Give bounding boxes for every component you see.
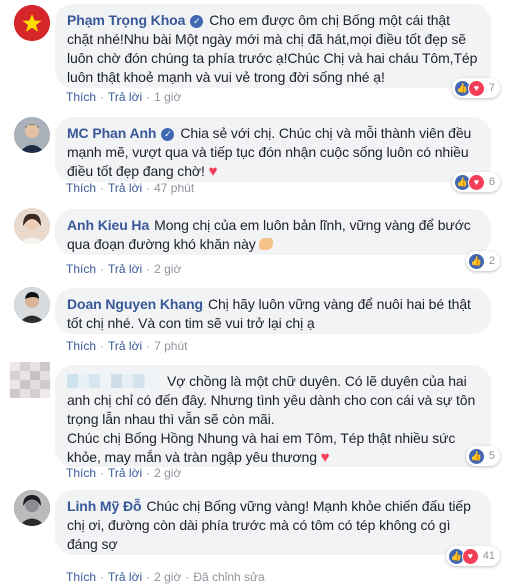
reaction-count: 2: [488, 255, 495, 267]
edited-label[interactable]: Đã chỉnh sửa: [193, 570, 264, 584]
comment-item: MC Phan Anh ✓ Chia sẻ với chị. Chúc chị và…: [0, 116, 518, 201]
comment-author[interactable]: MC Phan Anh: [67, 125, 156, 141]
avatar[interactable]: [10, 362, 50, 398]
comment-text-line2: Chúc chị Bống Hồng Nhung và hai em Tôm, …: [67, 430, 456, 465]
comment-item: Linh Mỹ Đỗ Chúc chị Bống vững vàng! Mạnh …: [0, 490, 518, 584]
flexed-biceps-icon: [259, 238, 274, 250]
love-icon: ♥: [467, 173, 485, 191]
love-icon: ♥: [467, 79, 485, 97]
comment-item: Anh Kieu Ha Mong chị của em luôn bản lĩnh…: [0, 208, 518, 278]
comment-time[interactable]: 2 giờ: [154, 570, 181, 584]
heart-icon: ♥: [320, 449, 330, 466]
avatar[interactable]: [14, 490, 50, 526]
comment-time[interactable]: 7 phút: [154, 339, 187, 353]
reaction-summary[interactable]: 👍 2: [465, 251, 500, 271]
comment-actions: Thích · Trả lời · 47 phút: [66, 181, 195, 195]
comment-bubble: Anh Kieu Ha Mong chị của em luôn bản lĩnh…: [55, 209, 491, 255]
comment-actions: Thích · Trả lời · 2 giờ · Đã chỉnh sửa: [66, 570, 265, 584]
comment-author[interactable]: Anh Kieu Ha: [67, 217, 149, 233]
comment-author[interactable]: Phạm Trọng Khoa: [67, 12, 185, 28]
comment-item: Vợ chồng là một chữ duyên. Có lẽ duyên c…: [0, 362, 518, 480]
reply-link[interactable]: Trả lời: [108, 570, 142, 584]
comment-time[interactable]: 1 giờ: [154, 90, 181, 104]
comment-item: Phạm Trọng Khoa ✓ Cho em được ôm chị Bống …: [0, 0, 518, 110]
reaction-count: 7: [488, 82, 495, 94]
comment-actions: Thích · Trả lời · 2 giờ: [66, 466, 182, 480]
avatar[interactable]: [14, 208, 50, 244]
reply-link[interactable]: Trả lời: [108, 339, 142, 353]
reply-link[interactable]: Trả lời: [108, 466, 142, 480]
comment-bubble: Phạm Trọng Khoa ✓ Cho em được ôm chị Bống …: [55, 4, 491, 88]
comment-actions: Thích · Trả lời · 7 phút: [66, 339, 188, 353]
like-icon: 👍: [467, 252, 485, 270]
comment-actions: Thích · Trả lời · 1 giờ: [66, 90, 182, 104]
comment-bubble: Linh Mỹ Đỗ Chúc chị Bống vững vàng! Mạnh …: [55, 490, 491, 555]
reaction-summary[interactable]: 👍 ♥ 7: [451, 78, 500, 98]
avatar[interactable]: [14, 117, 50, 153]
reaction-summary[interactable]: 👍 ♥ 6: [451, 172, 500, 192]
heart-icon: ♥: [208, 163, 218, 180]
like-link[interactable]: Thích: [66, 90, 96, 104]
comment-author[interactable]: Doan Nguyen Khang: [67, 296, 203, 312]
like-link[interactable]: Thích: [66, 181, 96, 195]
comment-bubble: Doan Nguyen Khang Chị hãy luôn vững vàng …: [55, 288, 491, 334]
reaction-summary[interactable]: 👍 ♥ 41: [445, 546, 500, 566]
reaction-count: 6: [488, 176, 495, 188]
like-icon: 👍: [467, 447, 485, 465]
avatar[interactable]: [14, 5, 50, 41]
comment-time[interactable]: 2 giờ: [154, 262, 181, 276]
comment-item: Doan Nguyen Khang Chị hãy luôn vững vàng …: [0, 287, 518, 353]
reaction-count: 41: [482, 550, 495, 562]
verified-icon: ✓: [190, 15, 204, 28]
comment-actions: Thích · Trả lời · 2 giờ: [66, 262, 182, 276]
reaction-count: 5: [488, 450, 495, 462]
verified-icon: ✓: [161, 128, 175, 141]
comment-time[interactable]: 2 giờ: [154, 466, 181, 480]
comment-time[interactable]: 47 phút: [154, 181, 194, 195]
comment-author[interactable]: Linh Mỹ Đỗ: [67, 498, 142, 514]
censored-author: [67, 374, 159, 388]
like-link[interactable]: Thích: [66, 339, 96, 353]
avatar[interactable]: [14, 287, 50, 323]
reply-link[interactable]: Trả lời: [108, 181, 142, 195]
reaction-summary[interactable]: 👍 5: [465, 446, 500, 466]
reply-link[interactable]: Trả lời: [108, 90, 142, 104]
comment-bubble: MC Phan Anh ✓ Chia sẻ với chị. Chúc chị và…: [55, 117, 491, 182]
love-icon: ♥: [461, 547, 479, 565]
comment-bubble: Vợ chồng là một chữ duyên. Có lẽ duyên c…: [55, 365, 491, 467]
reply-link[interactable]: Trả lời: [108, 262, 142, 276]
like-link[interactable]: Thích: [66, 262, 96, 276]
like-link[interactable]: Thích: [66, 466, 96, 480]
like-link[interactable]: Thích: [66, 570, 96, 584]
